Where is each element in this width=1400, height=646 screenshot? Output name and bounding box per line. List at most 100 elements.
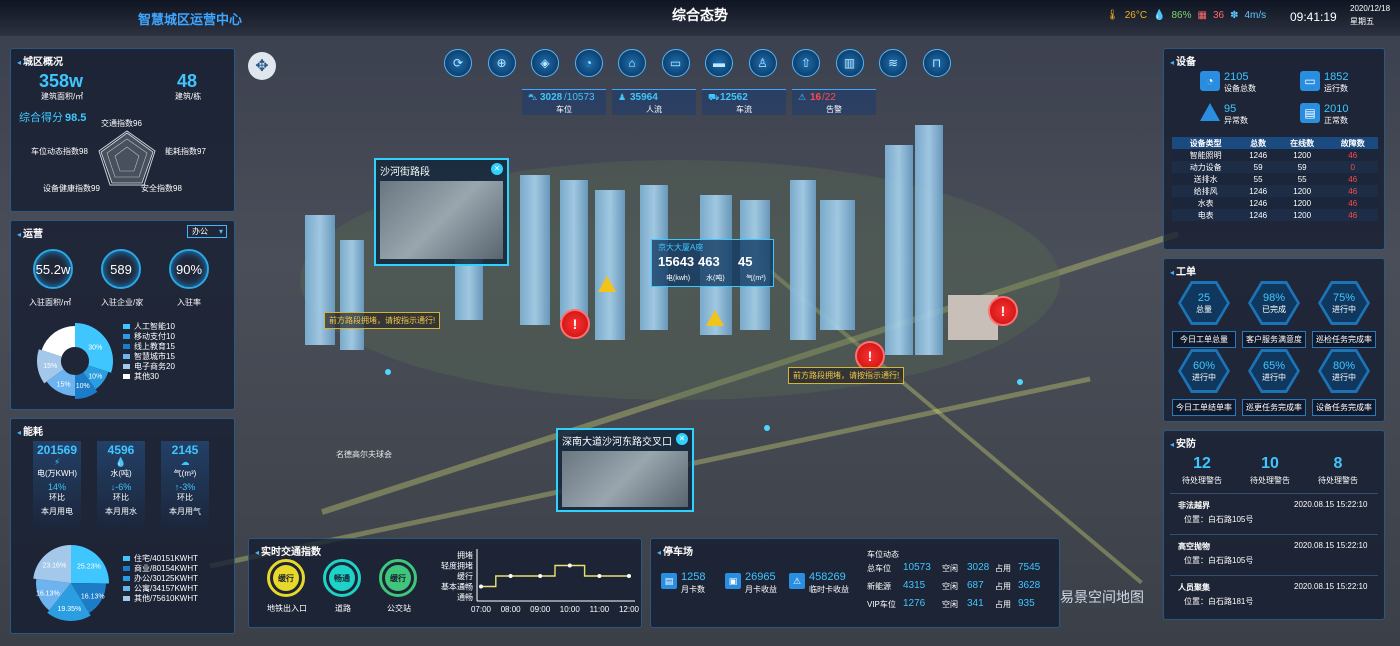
table-cell: 1200 (1293, 186, 1312, 196)
legend-item: 公寓/34157KWHT (123, 583, 198, 593)
bus-icon[interactable]: ▭ (661, 49, 690, 77)
park-row-key: 占用 (995, 564, 1011, 573)
legend-swatch (123, 595, 130, 601)
camera-popup[interactable]: 深南大道沙河东路交叉口 ✕ (556, 428, 694, 512)
parking-label: 月卡收益 (745, 585, 777, 594)
bag-icon[interactable]: ⊓ (922, 49, 951, 77)
shield-icon[interactable]: ◈ (531, 49, 559, 77)
radar-label: 设备健康指数99 (43, 184, 100, 193)
table-cell: 1246 (1249, 150, 1268, 160)
energy-value: 201569 (36, 443, 78, 457)
table-cell: 55 (1297, 174, 1307, 184)
data-point (479, 584, 483, 589)
work-hex[interactable]: 75% 进行中 (1318, 281, 1370, 325)
router-icon[interactable]: ⌂ (618, 49, 646, 77)
security-event[interactable]: 高空抛物 2020.08.15 15:22:10 位置：白石路105号 (1170, 534, 1378, 570)
security-count: 10 (1261, 455, 1279, 472)
walk-icon[interactable]: ♙ (748, 49, 777, 77)
park-row-value: 7545 (1018, 562, 1041, 573)
security-count-label: 待处理警告 (1250, 476, 1290, 485)
building-popup[interactable]: 京大大厦A座 15643 电(kwh) 463 水(吨) 45 气(m³) (651, 239, 774, 287)
legend-swatch (123, 555, 130, 561)
table-cell: 电表 (1197, 210, 1214, 220)
table-row[interactable]: 给排风 1246 1200 46 (1172, 185, 1378, 197)
camera-popup[interactable]: 沙河街路段 ✕ (374, 158, 509, 266)
ops-select[interactable]: 办公 ▾ (187, 225, 227, 238)
bolt-icon: ⚡ (53, 457, 61, 467)
security-event[interactable]: 人员聚集 2020.08.15 15:22:10 位置：白石路181号 (1170, 575, 1378, 611)
legend-item: 办公/30125KWHT (123, 573, 198, 583)
energy-ratio: 环比 (113, 493, 129, 502)
table-cell: 1200 (1293, 150, 1312, 160)
table-row[interactable]: 动力设备 59 59 0 (1172, 161, 1378, 173)
event-name: 人员聚集 (1178, 583, 1210, 592)
gauge-icon[interactable]: ◔ (574, 49, 603, 77)
table-cell: 给排风 (1193, 186, 1218, 196)
work-panel: 工单 25总量今日工单总量98%已完成客户服务满意度75%进行中巡检任务完成率6… (1163, 258, 1385, 422)
alarm-icon[interactable]: ! (560, 309, 590, 339)
congestion-message: 前方路段拥堵，请按指示通行! (324, 312, 441, 329)
stat-label: 人流 (646, 105, 662, 114)
pie-icon: ◔ (1200, 71, 1220, 91)
upload-icon[interactable]: ⇧ (792, 49, 820, 77)
ops-circle: 55.2w (33, 249, 73, 289)
table-row[interactable]: 送排水 55 55 46 (1172, 173, 1378, 185)
energy-value: 2145 (171, 443, 199, 457)
map-marker[interactable] (1017, 379, 1023, 385)
share-icon[interactable]: ⟳ (444, 49, 472, 77)
work-hex-value: 65% (1262, 359, 1286, 372)
warning-icon[interactable] (598, 276, 616, 292)
event-position: 位置：白石路105号 (1184, 556, 1254, 565)
truck-icon[interactable]: ▬ (705, 49, 733, 77)
device-total-label: 设备总数 (1224, 84, 1256, 93)
alarm-icon[interactable]: ! (988, 296, 1018, 326)
building-stat-label: 气(m³) (746, 275, 766, 282)
work-hex-inner: 25 总量 (1181, 284, 1227, 322)
warning-icon[interactable] (706, 310, 724, 326)
work-hex-caption: 今日工单结单率 (1172, 399, 1236, 416)
chart-icon[interactable]: ≋ (879, 49, 907, 77)
x-tick-label: 07:00 (471, 605, 492, 614)
compass-icon[interactable]: ✥ (248, 52, 276, 80)
close-icon[interactable]: ✕ (491, 163, 503, 175)
work-hex-value: 25 (1197, 291, 1211, 304)
table-header: 总数 (1239, 137, 1277, 149)
weather-bar: 🌡 26°C 💧 86% ▦ 36 ✽ 4m/s (1106, 10, 1266, 21)
stat-value: 35964 (630, 92, 658, 103)
table-row[interactable]: 电表 1246 1200 46 (1172, 209, 1378, 221)
park-row-key: 空闲 (942, 564, 958, 573)
work-hex[interactable]: 60% 进行中 (1178, 349, 1230, 393)
legend-swatch (123, 353, 130, 359)
work-hex[interactable]: 65% 进行中 (1248, 349, 1300, 393)
work-hex[interactable]: 98% 已完成 (1248, 281, 1300, 325)
radar-label: 能耗指数97 (165, 147, 206, 156)
alarm-icon: ⚠ (798, 92, 807, 102)
table-cell: 46 (1348, 186, 1358, 196)
park-row-value: 3628 (1018, 580, 1041, 591)
table-row[interactable]: 智能照明 1246 1200 46 (1172, 149, 1378, 161)
temperature: 26°C (1124, 10, 1148, 21)
work-hex[interactable]: 80% 进行中 (1318, 349, 1370, 393)
table-row[interactable]: 水表 1246 1200 46 (1172, 197, 1378, 209)
y-tick-label: 缓行 (457, 571, 473, 581)
weekday: 星期五 (1350, 17, 1374, 26)
map-marker[interactable] (764, 425, 770, 431)
pie-label: 23.16% (42, 562, 66, 569)
close-icon[interactable]: ✕ (676, 433, 688, 445)
building-stat-label: 电(kwh) (666, 275, 691, 282)
globe-icon[interactable]: ⊕ (487, 49, 516, 77)
data-point (567, 563, 572, 568)
legend-item: 商业/80154KWHT (123, 563, 198, 573)
security-event[interactable]: 非法越界 2020.08.15 15:22:10 位置：白石路105号 (1170, 493, 1378, 529)
building-icon[interactable]: ▥ (835, 49, 864, 77)
table-cell: 1200 (1293, 198, 1312, 208)
ops-circle: 90% (169, 249, 209, 289)
work-hex[interactable]: 25 总量 (1178, 281, 1230, 325)
x-tick-label: 11:00 (590, 605, 610, 614)
map-marker[interactable] (385, 369, 391, 375)
table-cell: 水表 (1197, 198, 1214, 208)
park-row-value: 10573 (903, 562, 931, 573)
table-cell: 1246 (1249, 210, 1268, 220)
stat-label: 车流 (736, 105, 752, 114)
pie-label: 15% (43, 363, 57, 370)
